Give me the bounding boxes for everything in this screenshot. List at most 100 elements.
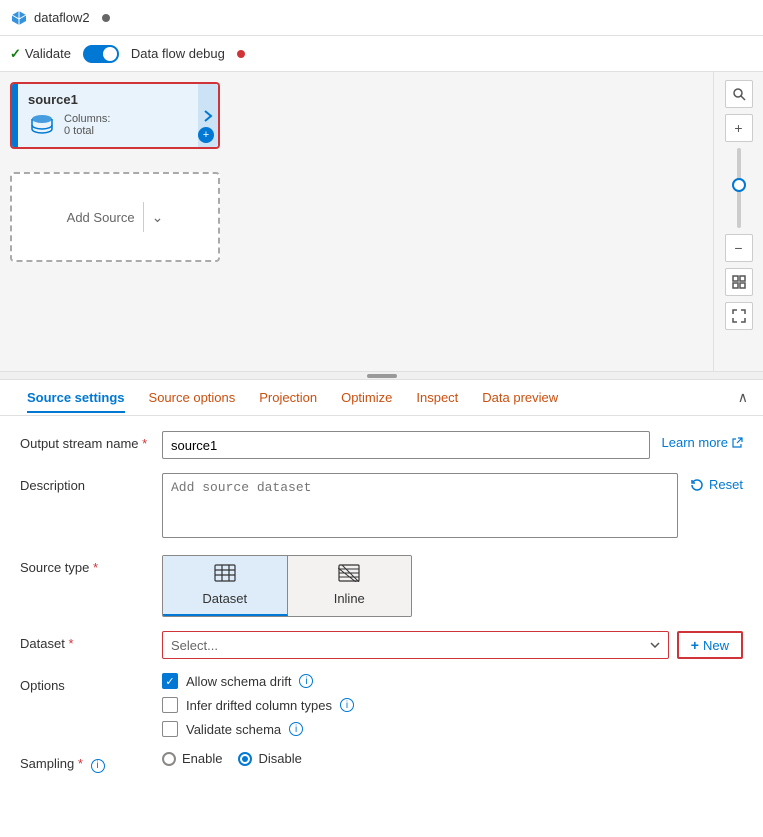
- add-source-inner: Add Source ⌄: [67, 202, 164, 232]
- database-icon: [28, 111, 56, 139]
- allow-schema-drift-checkbox[interactable]: [162, 673, 178, 689]
- check-icon: ✓: [10, 46, 21, 62]
- validate-schema-checkbox[interactable]: [162, 721, 178, 737]
- description-label: Description: [20, 473, 150, 493]
- expand-button[interactable]: [725, 302, 753, 330]
- add-source-label: Add Source: [67, 210, 135, 225]
- tab-projection[interactable]: Projection: [247, 382, 329, 413]
- output-stream-input[interactable]: [162, 431, 650, 459]
- node-info: Columns: 0 total: [64, 113, 110, 137]
- node-title: source1: [28, 92, 188, 107]
- inline-icon: [338, 564, 360, 587]
- top-bar: dataflow2: [0, 0, 763, 36]
- divider: [143, 202, 144, 232]
- columns-value: 0 total: [64, 125, 110, 137]
- node-plus-button[interactable]: +: [198, 127, 214, 143]
- output-stream-control: [162, 431, 650, 459]
- infer-drifted-info-icon[interactable]: i: [340, 698, 354, 712]
- sampling-label: Sampling * i: [20, 751, 150, 773]
- enable-radio-button[interactable]: [162, 752, 176, 766]
- columns-label: Columns:: [64, 113, 110, 125]
- disable-radio-button[interactable]: [238, 752, 252, 766]
- panel-collapse-button[interactable]: ∧: [738, 389, 748, 406]
- right-controls: + −: [713, 72, 763, 371]
- dataset-type-button[interactable]: Dataset: [163, 556, 288, 616]
- inline-type-button[interactable]: Inline: [288, 556, 412, 616]
- sampling-row: Sampling * i Enable Disable: [20, 751, 743, 773]
- description-control: [162, 473, 678, 541]
- tab-source-options[interactable]: Source options: [137, 382, 248, 413]
- dataset-label: Dataset *: [20, 631, 150, 651]
- tabs-bar: Source settings Source options Projectio…: [0, 380, 763, 416]
- validate-schema-info-icon[interactable]: i: [289, 722, 303, 736]
- disable-radio-row[interactable]: Disable: [238, 751, 301, 766]
- learn-more-link[interactable]: Learn more: [662, 435, 743, 450]
- toolbar: ✓ Validate Data flow debug: [0, 36, 763, 72]
- new-dataset-button[interactable]: + New: [677, 631, 743, 659]
- fit-view-button[interactable]: [725, 268, 753, 296]
- description-textarea[interactable]: [162, 473, 678, 538]
- dataset-control: Select... + New: [162, 631, 743, 659]
- enable-radio-row[interactable]: Enable: [162, 751, 222, 766]
- search-button[interactable]: [725, 80, 753, 108]
- reset-action: Reset: [690, 473, 743, 492]
- validate-button[interactable]: ✓ Validate: [10, 46, 71, 62]
- bottom-panel: Source settings Source options Projectio…: [0, 380, 763, 837]
- node-icon-area: Columns: 0 total: [28, 111, 188, 139]
- infer-drifted-checkbox[interactable]: [162, 697, 178, 713]
- tab-source-settings[interactable]: Source settings: [15, 382, 137, 413]
- sampling-radio-group: Enable Disable: [162, 751, 743, 766]
- options-label: Options: [20, 673, 150, 693]
- required-marker-4: *: [78, 756, 83, 771]
- source-type-control: Dataset: [162, 555, 743, 617]
- zoom-in-button[interactable]: +: [725, 114, 753, 142]
- sampling-info-icon[interactable]: i: [91, 759, 105, 773]
- learn-more-action: Learn more: [662, 431, 743, 450]
- required-marker: *: [142, 436, 147, 451]
- canvas-area: source1 Columns: 0 total: [0, 72, 763, 372]
- tab-inspect[interactable]: Inspect: [404, 382, 470, 413]
- output-stream-label: Output stream name *: [20, 431, 150, 451]
- options-row: Options Allow schema drift i Infer drift…: [20, 673, 743, 737]
- debug-status-dot: [237, 50, 245, 58]
- app-title: dataflow2: [34, 10, 90, 25]
- form-area: Output stream name * Learn more Descript…: [0, 416, 763, 837]
- output-stream-row: Output stream name * Learn more: [20, 431, 743, 459]
- validate-label: Validate: [25, 46, 71, 61]
- new-plus-icon: +: [691, 637, 699, 653]
- add-source-box[interactable]: Add Source ⌄: [10, 172, 220, 262]
- tab-optimize[interactable]: Optimize: [329, 382, 404, 413]
- infer-drifted-row: Infer drifted column types i: [162, 697, 743, 713]
- dataset-icon: [214, 564, 236, 587]
- dataset-row: Dataset * Select... + New: [20, 631, 743, 659]
- zoom-slider[interactable]: [737, 148, 741, 228]
- collapse-handle: [367, 374, 397, 378]
- description-row: Description Reset: [20, 473, 743, 541]
- dataset-select-row: Select... + New: [162, 631, 743, 659]
- node-content: source1 Columns: 0 total: [18, 84, 198, 147]
- required-marker-2: *: [93, 560, 98, 575]
- source-type-group: Dataset: [162, 555, 412, 617]
- collapse-bar[interactable]: [0, 372, 763, 380]
- allow-schema-drift-info-icon[interactable]: i: [299, 674, 313, 688]
- debug-toggle[interactable]: [83, 45, 119, 63]
- validate-schema-row: Validate schema i: [162, 721, 743, 737]
- options-col: Allow schema drift i Infer drifted colum…: [162, 673, 743, 737]
- slider-thumb[interactable]: [732, 178, 746, 192]
- slider-track: [737, 148, 741, 228]
- reset-button[interactable]: Reset: [690, 477, 743, 492]
- source-node[interactable]: source1 Columns: 0 total: [10, 82, 220, 149]
- allow-schema-drift-row: Allow schema drift i: [162, 673, 743, 689]
- canvas-content: source1 Columns: 0 total: [0, 72, 713, 371]
- unsaved-indicator: [102, 14, 110, 22]
- sampling-control: Enable Disable: [162, 751, 743, 766]
- dataset-select[interactable]: Select...: [162, 631, 669, 659]
- required-marker-3: *: [68, 636, 73, 651]
- app-icon: [10, 9, 28, 27]
- source-type-label: Source type *: [20, 555, 150, 575]
- zoom-out-button[interactable]: −: [725, 234, 753, 262]
- source-type-row: Source type *: [20, 555, 743, 617]
- options-control: Allow schema drift i Infer drifted colum…: [162, 673, 743, 737]
- add-source-chevron-icon[interactable]: ⌄: [152, 209, 164, 226]
- tab-data-preview[interactable]: Data preview: [470, 382, 570, 413]
